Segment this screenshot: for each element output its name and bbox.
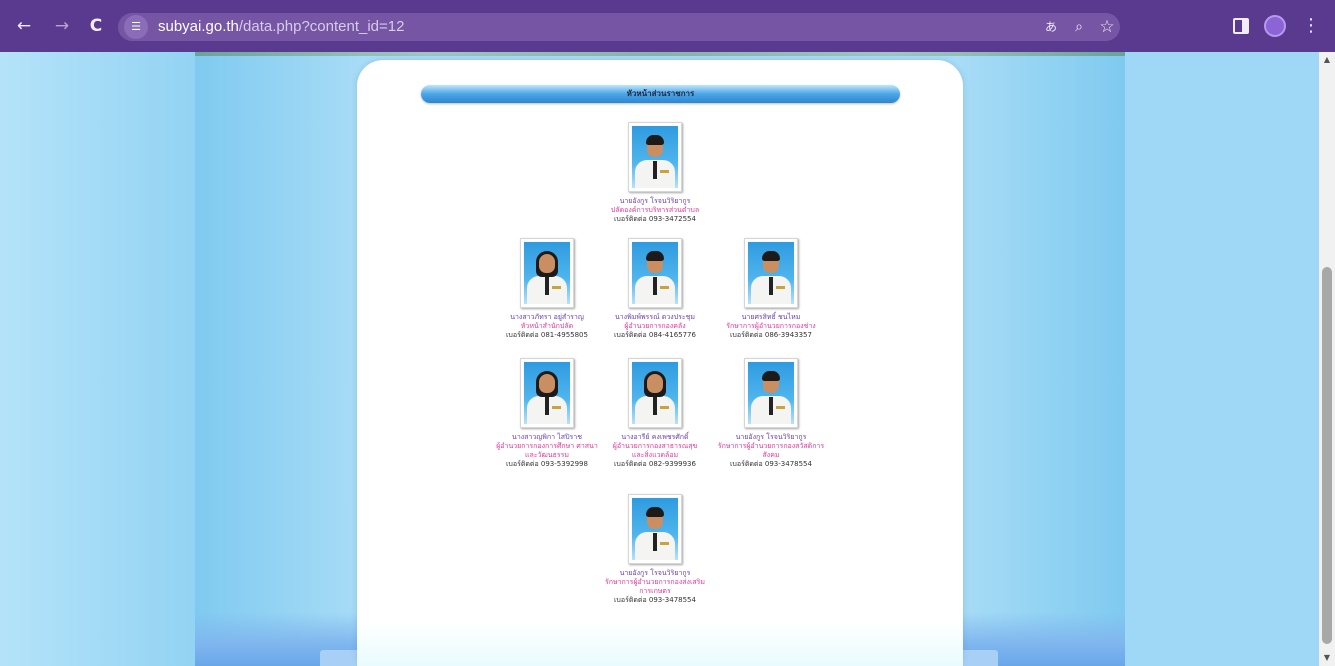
- staff-photo[interactable]: [744, 238, 798, 308]
- vertical-scrollbar[interactable]: ▲ ▼: [1319, 52, 1335, 666]
- staff-photo[interactable]: [520, 358, 574, 428]
- zoom-icon[interactable]: ⌕: [1068, 16, 1090, 38]
- section-header-bar: หัวหน้าส่วนราชการ: [421, 85, 900, 103]
- staff-photo[interactable]: [628, 238, 682, 308]
- staff-name: นายอังกูร โรจนวิริยากูร: [619, 197, 691, 205]
- profile-avatar-icon[interactable]: [1264, 15, 1286, 37]
- staff-role: ปลัดองค์การบริหารส่วนตำบล: [610, 206, 700, 214]
- scrollbar-thumb[interactable]: [1322, 267, 1332, 644]
- staff-role: รักษาการผู้อำนวยการกองช่าง: [726, 322, 816, 330]
- staff-photo[interactable]: [520, 238, 574, 308]
- reload-icon[interactable]: C: [85, 15, 107, 37]
- staff-card[interactable]: นายอังกูร โรจนวิริยากูร รักษาการผู้อำนวย…: [580, 494, 730, 605]
- page-viewport: หัวหน้าส่วนราชการ นายอังกูร โรจนวิริยากู…: [0, 52, 1319, 666]
- staff-photo[interactable]: [628, 122, 682, 192]
- staff-photo[interactable]: [628, 358, 682, 428]
- scroll-down-arrow-icon[interactable]: ▼: [1319, 650, 1335, 666]
- header-banner-edge: [195, 52, 1125, 56]
- staff-card[interactable]: นายอังกูร โรจนวิริยากูร ปลัดองค์การบริหา…: [580, 122, 730, 224]
- staff-phone: เบอร์ติดต่อ 093-3478554: [614, 596, 696, 604]
- staff-phone: เบอร์ติดต่อ 086-3943357: [730, 331, 812, 339]
- star-bookmark-icon[interactable]: ☆: [1096, 16, 1118, 38]
- staff-photo[interactable]: [744, 358, 798, 428]
- content-card-fade: [357, 622, 963, 666]
- site-settings-icon[interactable]: ☰: [124, 15, 148, 39]
- back-arrow-icon[interactable]: ←: [13, 15, 35, 37]
- page-background-left: [0, 52, 195, 666]
- staff-photo[interactable]: [628, 494, 682, 564]
- address-bar[interactable]: ☰ subyai.go.th/data.php?content_id=12 あ …: [118, 13, 1120, 41]
- more-menu-icon[interactable]: ⋮: [1300, 15, 1322, 37]
- url-text[interactable]: subyai.go.th/data.php?content_id=12: [158, 13, 404, 41]
- staff-role: รักษาการผู้อำนวยการกองสวัสดิการ: [717, 442, 825, 450]
- browser-toolbar: ← → C ☰ subyai.go.th/data.php?content_id…: [0, 0, 1335, 52]
- side-panel-icon[interactable]: [1233, 18, 1249, 34]
- staff-phone: เบอร์ติดต่อ 093-3472554: [614, 215, 696, 223]
- staff-name: นายอังกูร โรจนวิริยากูร: [735, 433, 807, 441]
- staff-name: นายอังกูร โรจนวิริยากูร: [619, 569, 691, 577]
- section-title: หัวหน้าส่วนราชการ: [626, 89, 695, 98]
- forward-arrow-icon[interactable]: →: [51, 15, 73, 37]
- staff-role: รักษาการผู้อำนวยการกองส่งเสริม: [604, 578, 706, 586]
- staff-card[interactable]: นายอังกูร โรจนวิริยากูร รักษาการผู้อำนวย…: [696, 358, 846, 469]
- staff-phone: เบอร์ติดต่อ 093-3478554: [730, 460, 812, 468]
- staff-role-line2: สังคม: [762, 451, 780, 459]
- url-path: /data.php?content_id=12: [238, 18, 405, 35]
- staff-card[interactable]: นายศรสิทธิ์ ชนไหม รักษาการผู้อำนวยการกอง…: [696, 238, 846, 340]
- staff-role-line2: การเกษตร: [639, 587, 671, 595]
- staff-name: นายศรสิทธิ์ ชนไหม: [741, 313, 801, 321]
- scroll-up-arrow-icon[interactable]: ▲: [1319, 52, 1335, 68]
- footer-tab: [958, 650, 998, 666]
- translate-icon[interactable]: あ: [1040, 16, 1062, 38]
- url-host: subyai.go.th: [158, 18, 239, 35]
